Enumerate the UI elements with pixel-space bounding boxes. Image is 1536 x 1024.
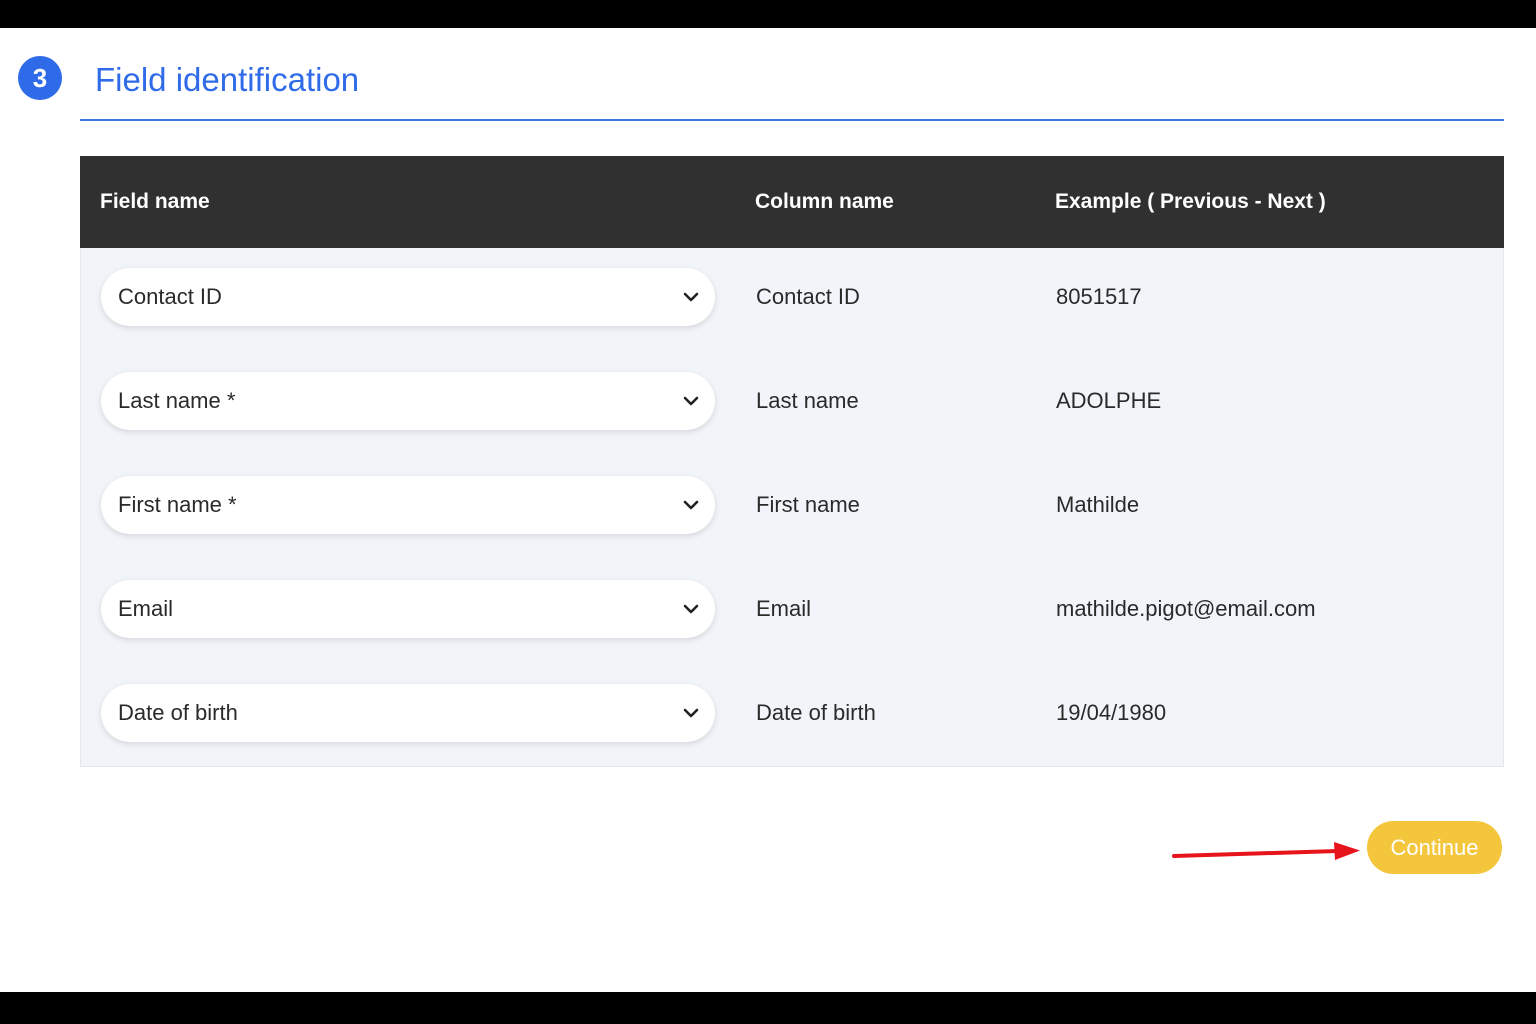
chevron-down-icon [683, 292, 699, 302]
chevron-down-icon [683, 500, 699, 510]
field-select-value: Email [118, 596, 174, 621]
example-cell: 19/04/1980 [1056, 700, 1167, 725]
example-cell: ADOLPHE [1056, 388, 1162, 413]
example-cell: mathilde.pigot@email.com [1056, 596, 1316, 621]
field-select-date-of-birth[interactable]: Date of birth [101, 684, 715, 742]
example-cell: Mathilde [1056, 492, 1140, 517]
table-row: Email Email mathilde.pigot@email.com [81, 560, 1505, 664]
chevron-down-icon [683, 708, 699, 718]
bottom-black-bar [0, 992, 1536, 1024]
field-select-email[interactable]: Email [101, 580, 715, 638]
example-cell: 8051517 [1056, 284, 1142, 309]
table-row: Date of birth Date of birth 19/04/1980 [81, 664, 1505, 768]
column-name-cell: Date of birth [756, 700, 876, 725]
column-name-cell: Email [756, 596, 812, 621]
table-row: Last name * Last name ADOLPHE [81, 352, 1505, 456]
field-select-last-name[interactable]: Last name * [101, 372, 715, 430]
section-title: Field identification [95, 61, 360, 98]
column-name-cell: Last name [756, 388, 859, 413]
field-select-value: Date of birth [118, 700, 238, 725]
chevron-down-icon [683, 396, 699, 406]
section-divider [80, 119, 1504, 121]
column-name-cell: Contact ID [756, 284, 860, 309]
field-select-value: Contact ID [118, 284, 222, 309]
top-black-bar [0, 0, 1536, 28]
red-arrow-icon [1172, 842, 1360, 860]
field-mapping-table: Field name Column name Example ( Previou… [80, 156, 1504, 767]
header-example: Example ( Previous - Next ) [1055, 190, 1326, 213]
table-row: Contact ID Contact ID 8051517 [81, 248, 1505, 352]
chevron-down-icon [683, 604, 699, 614]
header-column-name: Column name [755, 190, 894, 213]
column-name-cell: First name [756, 492, 860, 517]
field-select-first-name[interactable]: First name * [101, 476, 715, 534]
field-select-value: First name * [118, 492, 237, 517]
table-header: Field name Column name Example ( Previou… [80, 156, 1504, 248]
header-field-name: Field name [100, 190, 210, 213]
table-body: Contact ID Contact ID 8051517 Last name … [80, 248, 1504, 767]
continue-button[interactable]: Continue [1367, 821, 1502, 874]
field-select-contact-id[interactable]: Contact ID [101, 268, 715, 326]
step-number-badge: 3 [18, 56, 62, 100]
field-select-value: Last name * [118, 388, 236, 413]
table-row: First name * First name Mathilde [81, 456, 1505, 560]
